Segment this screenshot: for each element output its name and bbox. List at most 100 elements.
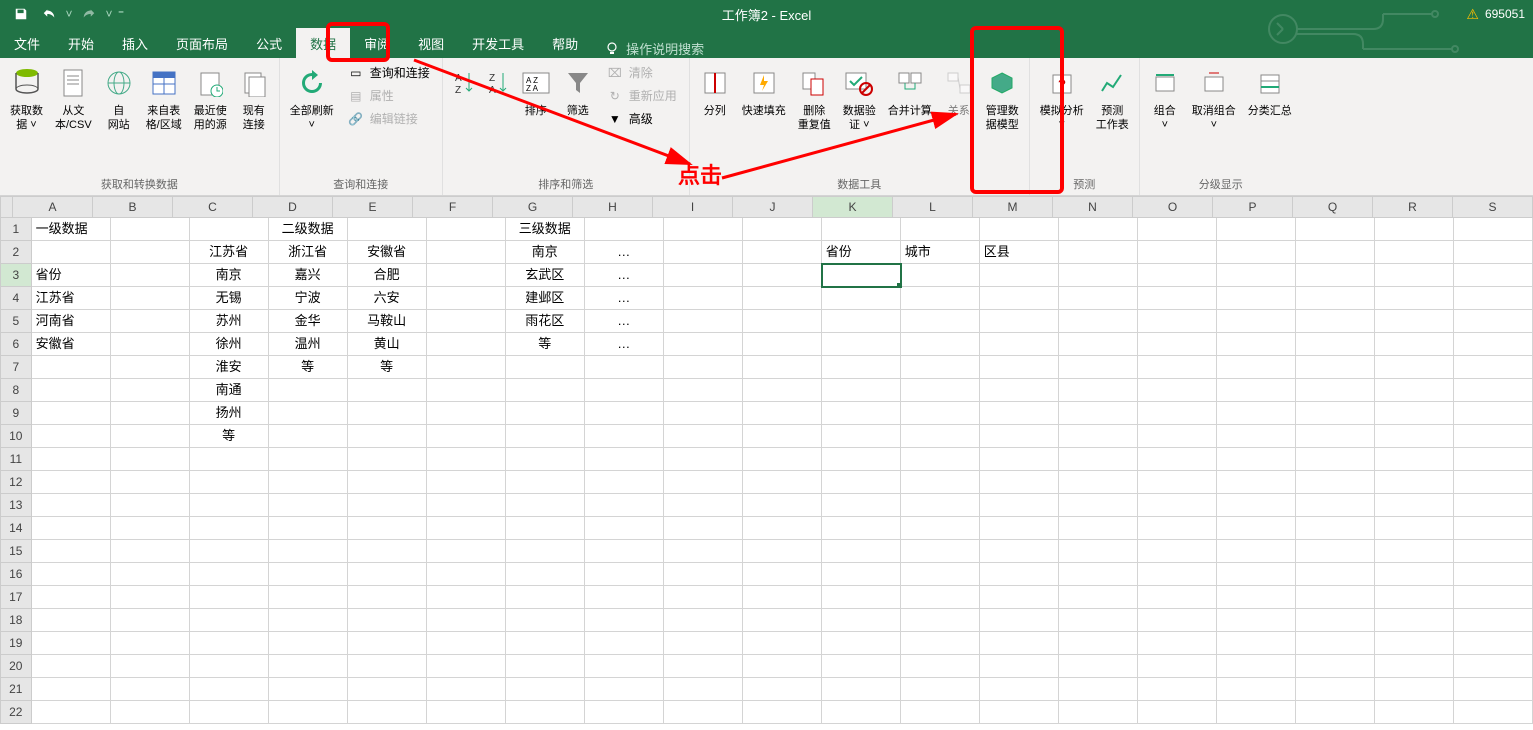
cell[interactable] — [743, 264, 822, 287]
cell[interactable] — [506, 701, 585, 724]
cell[interactable] — [585, 655, 664, 678]
cell[interactable] — [822, 448, 901, 471]
cell[interactable] — [1138, 218, 1217, 241]
cell[interactable] — [427, 678, 506, 701]
cell[interactable] — [1454, 264, 1533, 287]
cell[interactable] — [32, 448, 111, 471]
cell[interactable] — [111, 402, 190, 425]
cell[interactable] — [1375, 356, 1454, 379]
cell[interactable] — [1217, 632, 1296, 655]
cell[interactable] — [1217, 379, 1296, 402]
cell[interactable] — [743, 310, 822, 333]
cell[interactable] — [822, 701, 901, 724]
cell[interactable] — [32, 402, 111, 425]
cell[interactable] — [32, 425, 111, 448]
cell[interactable] — [1296, 494, 1375, 517]
cell[interactable] — [1059, 517, 1138, 540]
cell[interactable] — [1375, 517, 1454, 540]
cell[interactable] — [1454, 448, 1533, 471]
cell[interactable] — [980, 333, 1059, 356]
cell[interactable] — [980, 701, 1059, 724]
cell[interactable] — [190, 471, 269, 494]
cell[interactable] — [190, 218, 269, 241]
cell[interactable] — [190, 655, 269, 678]
cell[interactable]: 雨花区 — [506, 310, 585, 333]
cell[interactable]: 金华 — [269, 310, 348, 333]
cell[interactable] — [980, 264, 1059, 287]
sort-az-button[interactable]: AZ — [447, 60, 481, 104]
cell[interactable] — [822, 678, 901, 701]
cell[interactable] — [822, 655, 901, 678]
cell[interactable]: 浙江省 — [269, 241, 348, 264]
cell[interactable] — [1375, 264, 1454, 287]
cell[interactable]: 省份 — [822, 241, 901, 264]
cell[interactable] — [32, 494, 111, 517]
cell[interactable] — [111, 287, 190, 310]
cell[interactable]: 扬州 — [190, 402, 269, 425]
cell[interactable] — [980, 402, 1059, 425]
cell[interactable] — [32, 517, 111, 540]
cell[interactable] — [1296, 517, 1375, 540]
cell[interactable] — [506, 517, 585, 540]
cell[interactable] — [427, 310, 506, 333]
cell[interactable] — [1454, 425, 1533, 448]
cell[interactable] — [190, 540, 269, 563]
cell[interactable] — [111, 448, 190, 471]
cell[interactable] — [32, 540, 111, 563]
cell[interactable] — [1375, 632, 1454, 655]
ungroup-button[interactable]: 取消组合 ˅ — [1186, 60, 1242, 134]
cell[interactable] — [32, 586, 111, 609]
flash-fill-button[interactable]: 快速填充 — [736, 60, 792, 120]
cell[interactable]: 南京 — [190, 264, 269, 287]
cell[interactable] — [1375, 540, 1454, 563]
cell[interactable]: … — [585, 287, 664, 310]
row-header[interactable]: 9 — [0, 402, 32, 425]
cell[interactable] — [822, 425, 901, 448]
cell[interactable] — [348, 586, 427, 609]
cell[interactable] — [664, 655, 743, 678]
cell[interactable] — [743, 448, 822, 471]
cell[interactable] — [1375, 425, 1454, 448]
cell[interactable] — [506, 379, 585, 402]
cell[interactable] — [348, 563, 427, 586]
cell[interactable]: 省份 — [32, 264, 111, 287]
cell[interactable] — [1296, 586, 1375, 609]
cell[interactable] — [111, 218, 190, 241]
cell[interactable] — [32, 471, 111, 494]
cell[interactable] — [32, 563, 111, 586]
cell[interactable] — [348, 540, 427, 563]
cell[interactable] — [111, 310, 190, 333]
save-icon[interactable] — [8, 1, 34, 27]
cell[interactable] — [427, 287, 506, 310]
cell[interactable] — [1296, 241, 1375, 264]
properties-button[interactable]: ▤属性 — [344, 85, 434, 106]
cell[interactable] — [1059, 471, 1138, 494]
cell[interactable] — [32, 356, 111, 379]
column-header[interactable]: S — [1453, 196, 1533, 218]
cell[interactable] — [1217, 609, 1296, 632]
cell[interactable]: 玄武区 — [506, 264, 585, 287]
cell[interactable] — [980, 655, 1059, 678]
cell[interactable] — [585, 632, 664, 655]
cell[interactable] — [1059, 425, 1138, 448]
cell[interactable] — [1059, 609, 1138, 632]
cell[interactable] — [743, 494, 822, 517]
cell[interactable] — [1375, 218, 1454, 241]
tab-dev[interactable]: 开发工具 — [458, 28, 538, 58]
cell[interactable] — [1454, 333, 1533, 356]
cell[interactable]: 南京 — [506, 241, 585, 264]
cell[interactable] — [506, 471, 585, 494]
cell[interactable] — [664, 471, 743, 494]
cell[interactable]: … — [585, 333, 664, 356]
cell[interactable] — [32, 379, 111, 402]
cell[interactable] — [980, 609, 1059, 632]
cell[interactable] — [901, 494, 980, 517]
tab-file[interactable]: 文件 — [0, 28, 54, 58]
column-header[interactable]: J — [733, 196, 813, 218]
cell[interactable] — [822, 563, 901, 586]
cell[interactable] — [1217, 540, 1296, 563]
cell[interactable] — [743, 425, 822, 448]
cell[interactable]: 安徽省 — [348, 241, 427, 264]
cell[interactable] — [190, 563, 269, 586]
cell[interactable] — [427, 264, 506, 287]
